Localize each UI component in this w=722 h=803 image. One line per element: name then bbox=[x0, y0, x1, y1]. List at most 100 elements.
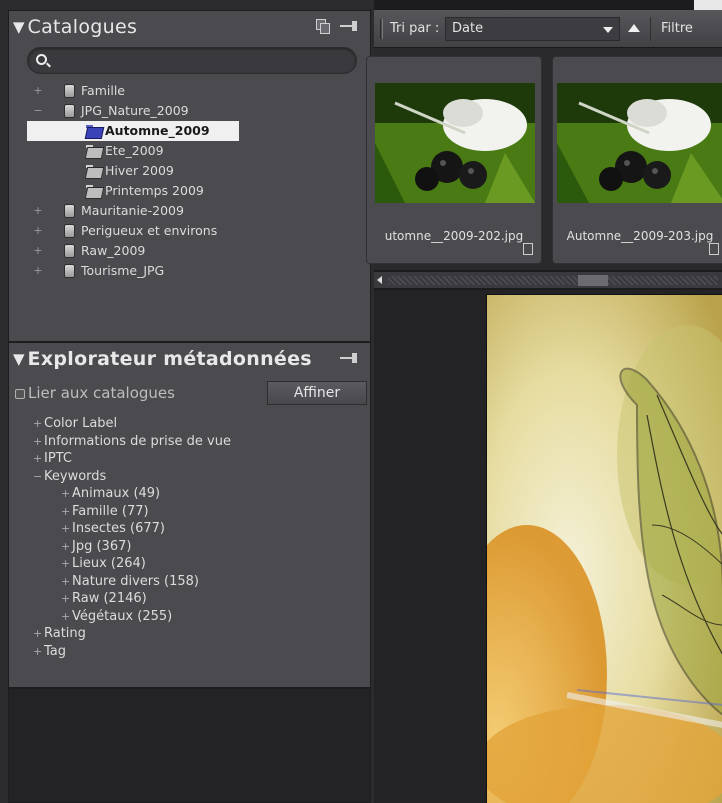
metadata-item[interactable]: − Keywords bbox=[9, 468, 370, 486]
expand-icon[interactable]: + bbox=[61, 573, 70, 591]
thumbnail-image[interactable] bbox=[557, 83, 722, 203]
expand-icon[interactable]: + bbox=[61, 520, 70, 538]
catalogue-item[interactable]: Printemps 2009 bbox=[9, 181, 370, 201]
sort-select-value: Date bbox=[452, 21, 484, 36]
catalogue-item[interactable]: + Tourisme_JPG bbox=[9, 261, 370, 281]
metadata-item-label: Nature divers (158) bbox=[72, 573, 199, 589]
folder-icon bbox=[86, 185, 102, 197]
scroll-left-icon[interactable] bbox=[377, 276, 382, 284]
thumbnail-scrollbar[interactable] bbox=[374, 272, 722, 288]
link-catalogues-checkbox[interactable] bbox=[15, 389, 25, 399]
metadata-item[interactable]: + Tag bbox=[9, 643, 370, 661]
document-icon bbox=[709, 243, 719, 255]
sort-select[interactable]: Date bbox=[445, 17, 620, 41]
metadata-item[interactable]: + Animaux (49) bbox=[9, 485, 370, 503]
catalogue-search-input[interactable] bbox=[54, 52, 349, 70]
catalogue-search-field[interactable] bbox=[27, 47, 357, 74]
filter-button[interactable]: Filtre bbox=[650, 17, 716, 41]
catalogue-item[interactable]: + Raw_2009 bbox=[9, 241, 370, 261]
thumbnail-caption: utomne__2009-202.jpg bbox=[384, 229, 524, 243]
metadata-header[interactable]: ▼ Explorateur métadonnées bbox=[9, 343, 370, 375]
pin-icon[interactable] bbox=[340, 353, 360, 363]
catalogue-item-label: Hiver 2009 bbox=[105, 163, 174, 178]
left-sidebar: ▼ Catalogues + Famille − JPG_Nature_2009 Aut… bbox=[8, 10, 371, 803]
metadata-item[interactable]: + Famille (77) bbox=[9, 503, 370, 521]
metadata-item[interactable]: + Color Label bbox=[9, 415, 370, 433]
refine-button[interactable]: Affiner bbox=[267, 381, 367, 405]
catalogue-item[interactable]: Hiver 2009 bbox=[9, 161, 370, 181]
metadata-item-label: IPTC bbox=[44, 451, 72, 466]
catalogue-item[interactable]: + Perigueux et environs bbox=[9, 221, 370, 241]
folder-icon bbox=[86, 145, 102, 157]
pin-icon[interactable] bbox=[340, 21, 360, 31]
metadata-item[interactable]: + Jpg (367) bbox=[9, 538, 370, 556]
collapse-triangle-icon[interactable]: ▼ bbox=[13, 350, 25, 368]
toolbar-grip[interactable] bbox=[380, 19, 383, 39]
metadata-item-label: Insectes (677) bbox=[72, 521, 165, 536]
metadata-item[interactable]: + IPTC bbox=[9, 450, 370, 468]
scroll-track[interactable] bbox=[388, 276, 718, 285]
expand-icon[interactable]: + bbox=[61, 538, 70, 556]
expand-icon[interactable]: + bbox=[33, 201, 43, 221]
collapse-icon[interactable]: − bbox=[33, 468, 42, 486]
folder-icon bbox=[86, 125, 102, 137]
thumbnail-image[interactable] bbox=[375, 83, 535, 203]
metadata-item[interactable]: + Lieux (264) bbox=[9, 555, 370, 573]
collapse-icon[interactable]: − bbox=[33, 101, 43, 121]
expand-icon[interactable]: + bbox=[33, 261, 43, 281]
thumbnail-card[interactable]: Automne__2009-203.jpg bbox=[552, 56, 722, 264]
expand-icon[interactable]: + bbox=[33, 221, 43, 241]
metadata-item[interactable]: + Raw (2146) bbox=[9, 590, 370, 608]
link-catalogues-label: Lier aux catalogues bbox=[28, 384, 175, 402]
expand-icon[interactable]: + bbox=[33, 81, 43, 101]
metadata-item-label: Animaux (49) bbox=[72, 486, 161, 501]
catalogue-item-label: Mauritanie-2009 bbox=[81, 203, 184, 218]
catalogue-item-label: Ete_2009 bbox=[105, 143, 164, 158]
sort-ascending-icon[interactable] bbox=[628, 24, 640, 32]
metadata-item[interactable]: + Informations de prise de vue bbox=[9, 433, 370, 451]
database-icon bbox=[64, 264, 75, 278]
preview-image[interactable] bbox=[486, 294, 722, 803]
metadata-item[interactable]: + Nature divers (158) bbox=[9, 573, 370, 591]
expand-icon[interactable]: + bbox=[33, 415, 42, 433]
metadata-item-label: Végétaux (255) bbox=[72, 608, 173, 624]
window-corner-label bbox=[694, 0, 722, 10]
catalogue-item-label: JPG_Nature_2009 bbox=[81, 103, 189, 118]
expand-icon[interactable]: + bbox=[33, 433, 42, 451]
expand-icon[interactable]: + bbox=[61, 608, 70, 626]
link-to-catalogues-row: Lier aux catalogues Affiner bbox=[15, 381, 367, 407]
copy-icon[interactable] bbox=[316, 19, 330, 34]
expand-icon[interactable]: + bbox=[61, 555, 70, 573]
catalogue-item[interactable]: − JPG_Nature_2009 bbox=[9, 101, 370, 121]
expand-icon[interactable]: + bbox=[61, 590, 70, 608]
catalogue-item-label: Perigueux et environs bbox=[81, 223, 218, 238]
catalogue-item[interactable]: + Famille bbox=[9, 81, 370, 101]
database-icon bbox=[64, 204, 75, 218]
metadata-item-label: Informations de prise de vue bbox=[44, 433, 231, 449]
catalogue-item-label: Raw_2009 bbox=[81, 243, 146, 258]
expand-icon[interactable]: + bbox=[33, 625, 42, 643]
thumbnail-card[interactable]: utomne__2009-202.jpg bbox=[366, 56, 542, 264]
catalogue-item[interactable]: Automne_2009 bbox=[9, 121, 370, 141]
expand-icon[interactable]: + bbox=[33, 450, 42, 468]
catalogues-panel: ▼ Catalogues + Famille − JPG_Nature_2009 Aut… bbox=[8, 10, 371, 342]
scroll-thumb[interactable] bbox=[578, 275, 608, 286]
expand-icon[interactable]: + bbox=[61, 485, 70, 503]
expand-icon[interactable]: + bbox=[61, 503, 70, 521]
metadata-item[interactable]: + Végétaux (255) bbox=[9, 608, 370, 626]
metadata-item-label: Keywords bbox=[44, 468, 107, 484]
metadata-item-label: Raw (2146) bbox=[72, 591, 147, 606]
chevron-down-icon bbox=[603, 27, 613, 33]
catalogue-item[interactable]: + Mauritanie-2009 bbox=[9, 201, 370, 221]
thumbnail-caption: Automne__2009-203.jpg bbox=[566, 229, 714, 243]
document-icon bbox=[523, 243, 533, 255]
metadata-item-label: Rating bbox=[44, 626, 86, 641]
catalogue-item[interactable]: Ete_2009 bbox=[9, 141, 370, 161]
metadata-item[interactable]: + Rating bbox=[9, 625, 370, 643]
metadata-item[interactable]: + Insectes (677) bbox=[9, 520, 370, 538]
expand-icon[interactable]: + bbox=[33, 241, 43, 261]
expand-icon[interactable]: + bbox=[33, 643, 42, 661]
collapse-triangle-icon[interactable]: ▼ bbox=[13, 18, 25, 36]
metadata-item-label: Lieux (264) bbox=[72, 556, 146, 571]
catalogue-item-label: Tourisme_JPG bbox=[81, 263, 165, 278]
